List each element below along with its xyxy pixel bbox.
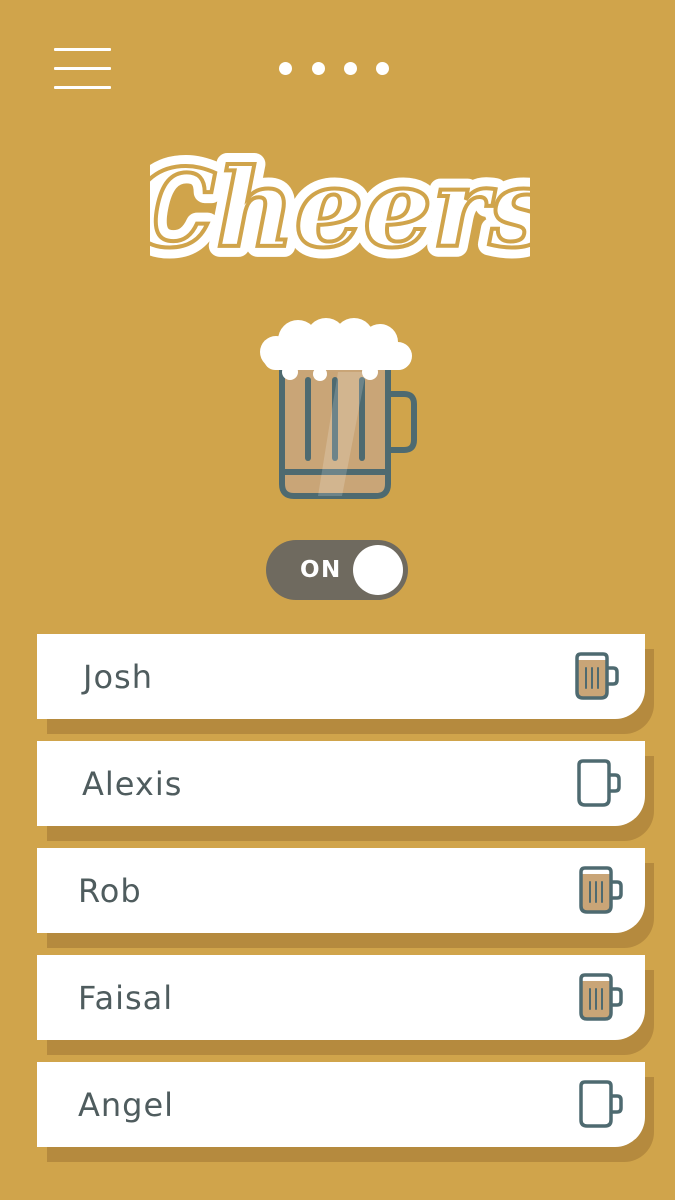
full-mug-icon[interactable]	[575, 864, 627, 918]
page-dot[interactable]	[279, 62, 292, 75]
beer-mug-icon	[260, 318, 417, 499]
friend-name: Faisal	[78, 979, 174, 1017]
page-dot[interactable]	[376, 62, 389, 75]
full-mug-icon[interactable]	[575, 971, 627, 1025]
hamburger-menu-icon[interactable]	[54, 48, 112, 90]
full-mug-icon[interactable]	[571, 650, 623, 704]
page-dot[interactable]	[312, 62, 325, 75]
list-item: Faisal	[37, 955, 654, 1055]
empty-mug-icon[interactable]	[573, 757, 625, 811]
toggle-knob	[353, 545, 403, 595]
beer-toggle[interactable]: ON	[266, 540, 408, 600]
friend-row-alexis[interactable]: Alexis	[37, 741, 645, 826]
friend-row-josh[interactable]: Josh	[37, 634, 645, 719]
friend-row-rob[interactable]: Rob	[37, 848, 645, 933]
friend-row-faisal[interactable]: Faisal	[37, 955, 645, 1040]
friend-name: Josh	[83, 658, 153, 696]
page-indicator	[279, 62, 391, 76]
list-item: Alexis	[37, 741, 654, 841]
cheers-logo: Cheers Cheers	[150, 135, 530, 283]
friend-name: Angel	[78, 1086, 175, 1124]
logo-text: Cheers	[150, 146, 530, 272]
friend-row-angel[interactable]: Angel	[37, 1062, 645, 1147]
empty-mug-icon[interactable]	[575, 1078, 627, 1132]
friend-name: Alexis	[82, 765, 183, 803]
list-item: Rob	[37, 848, 654, 948]
list-item: Angel	[37, 1062, 654, 1162]
toggle-label: ON	[300, 557, 342, 583]
list-item: Josh	[37, 634, 654, 734]
friend-name: Rob	[78, 872, 142, 910]
page-dot[interactable]	[344, 62, 357, 75]
